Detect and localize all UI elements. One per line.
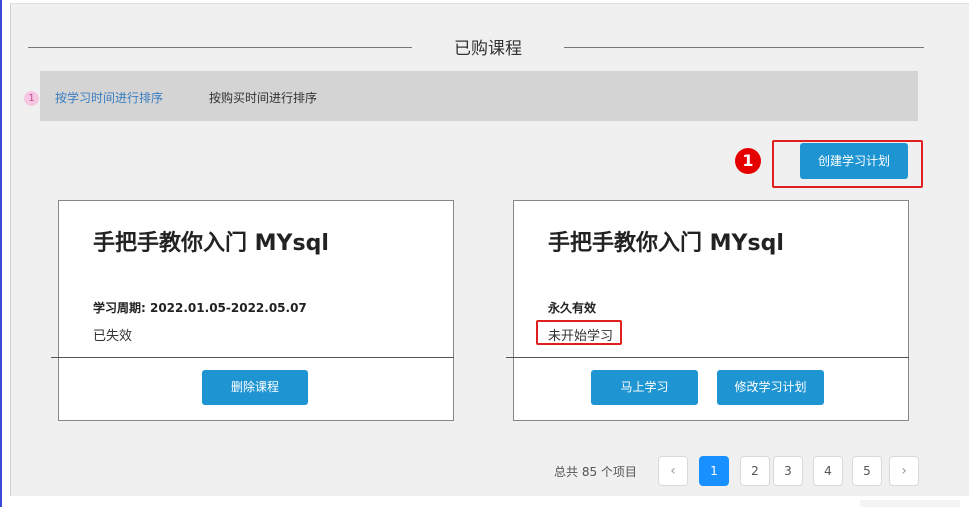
page-button-1[interactable]: 1 [699,456,729,486]
title-divider-left [28,47,412,48]
card-divider [51,357,454,358]
card-divider [506,357,909,358]
course-validity: 永久有效 [548,301,597,315]
sort-tab-purchase-time[interactable]: 按购买时间进行排序 [209,89,317,106]
page-button-4[interactable]: 4 [813,456,843,486]
course-status: 已失效 [93,329,133,344]
course-period: 学习周期: 2022.01.05-2022.05.07 [93,301,307,315]
section-header: 已购课程 [28,30,924,66]
course-card: 手把手教你入门 MYsql 永久有效 未开始学习 马上学习 修改学习计划 [506,200,909,421]
next-page-icon[interactable]: › [889,456,919,486]
course-status: 未开始学习 [548,329,614,344]
sort-tab-study-time[interactable]: 按学习时间进行排序 [55,89,163,106]
start-study-button[interactable]: 马上学习 [591,370,698,405]
footer-watermark [860,500,960,507]
course-card: 手把手教你入门 MYsql 学习周期: 2022.01.05-2022.05.0… [51,200,454,421]
delete-course-button[interactable]: 删除课程 [202,370,308,405]
page-button-3[interactable]: 3 [773,456,803,486]
pagination-total: 总共 85 个项目 [554,465,637,479]
create-study-plan-button[interactable]: 创建学习计划 [800,143,908,179]
course-title: 手把手教你入门 MYsql [93,231,329,256]
prev-page-icon[interactable]: ‹ [658,456,688,486]
annotation-badge: 1 [735,148,761,174]
title-divider-right [564,47,924,48]
window-left-edge [0,0,2,507]
sort-step-badge: 1 [24,91,39,106]
edit-study-plan-button[interactable]: 修改学习计划 [717,370,824,405]
course-title: 手把手教你入门 MYsql [548,231,784,256]
sort-bar [40,71,918,121]
section-title: 已购课程 [454,39,522,59]
page-button-5[interactable]: 5 [852,456,882,486]
page-button-2[interactable]: 2 [740,456,770,486]
